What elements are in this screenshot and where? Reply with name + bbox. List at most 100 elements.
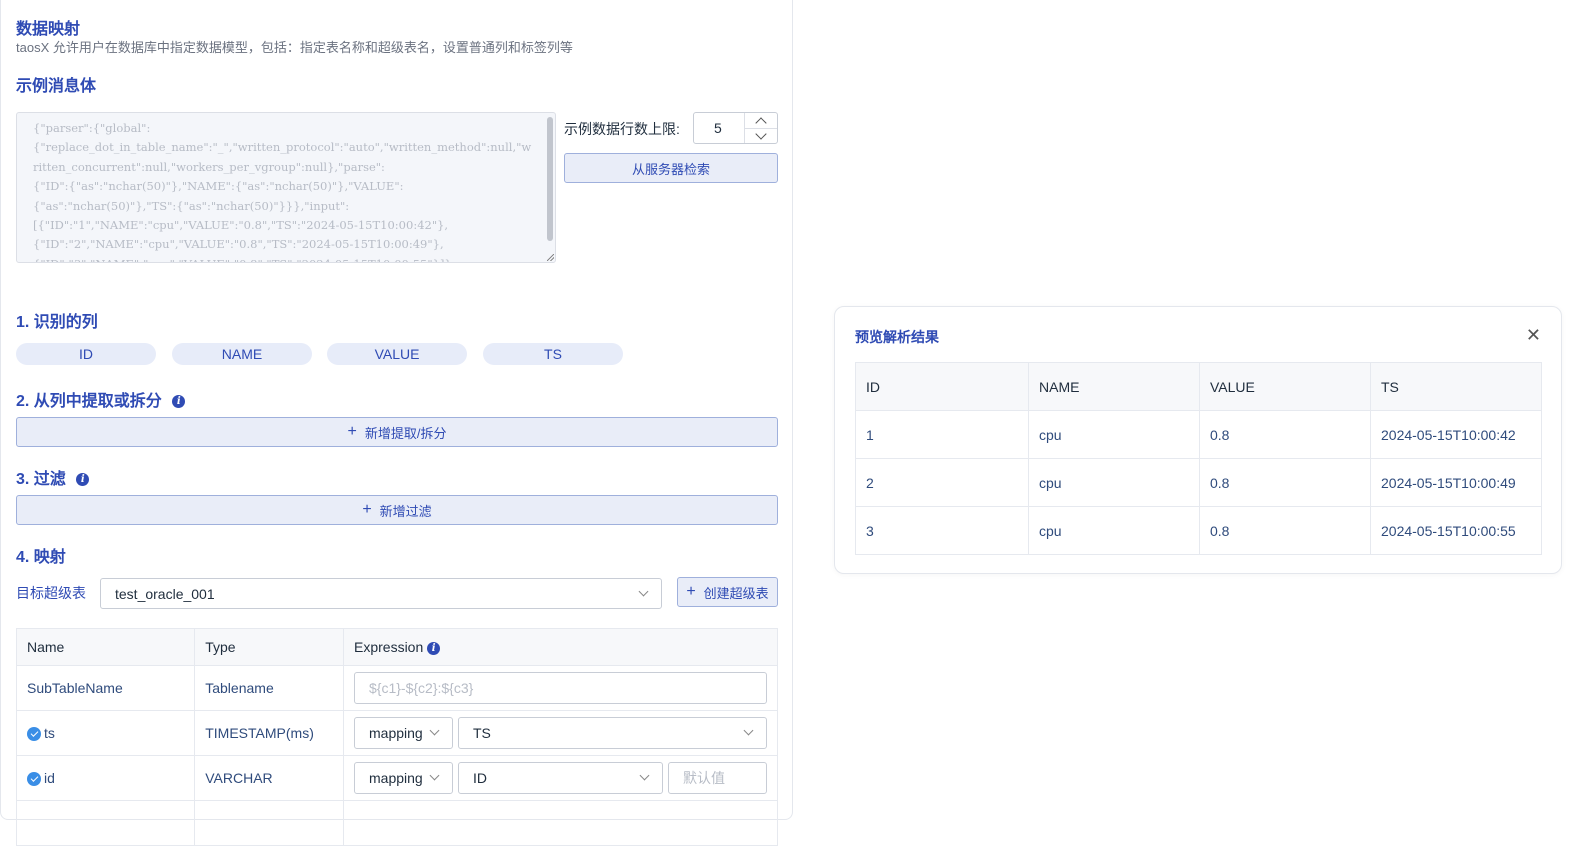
sample-body-text: {"parser":{"global": {"replace_dot_in_ta… <box>33 121 532 262</box>
target-supertable-label: 目标超级表 <box>16 585 86 601</box>
section-title: 数据映射 <box>16 21 81 38</box>
row-expression: ${c1}-${c2}:${c3} <box>343 665 778 711</box>
check-circle-icon <box>27 772 41 787</box>
mapping-table: Name Type Expression i SubTableName Tabl… <box>15 628 778 846</box>
chevron-down-icon <box>639 770 650 781</box>
column-chip-value[interactable]: VALUE <box>327 343 467 365</box>
stepper-decrease-button[interactable] <box>745 127 777 143</box>
stepper-buttons <box>744 113 777 143</box>
header-expression: Expression i <box>343 628 778 666</box>
row-name: ts <box>15 710 196 756</box>
preview-cell: 0.8 <box>1199 410 1371 459</box>
table-row <box>15 800 778 846</box>
mapping-column-select[interactable]: TS <box>458 717 767 749</box>
mapping-mode-value: mapping <box>369 725 423 741</box>
preview-cell: cpu <box>1028 410 1200 459</box>
preview-dialog: 预览解析结果 ✕ ID NAME VALUE TS 1 cpu 0.8 2024… <box>834 306 1562 574</box>
chevron-down-icon <box>429 770 440 781</box>
row-name: id <box>15 755 196 801</box>
row-limit-label: 示例数据行数上限: <box>564 121 680 137</box>
preview-cell: 0.8 <box>1199 506 1371 555</box>
fetch-from-server-button[interactable]: 从服务器检索 <box>564 153 778 183</box>
sample-body-textarea[interactable]: {"parser":{"global": {"replace_dot_in_ta… <box>16 112 556 263</box>
preview-cell: 2 <box>855 458 1029 507</box>
expression-controls: mapping ID 默认值 <box>354 762 767 794</box>
section-description: taosX 允许用户在数据库中指定数据模型，包括：指定表名称和超级表名，设置普通… <box>16 40 573 55</box>
fetch-button-label: 从服务器检索 <box>631 161 710 177</box>
row-expression: mapping ID 默认值 <box>343 755 778 801</box>
chevron-down-icon <box>755 127 767 140</box>
row-name: SubTableName <box>15 665 196 711</box>
default-value-placeholder: 默认值 <box>683 770 725 786</box>
column-chip-name[interactable]: NAME <box>172 343 312 365</box>
info-icon[interactable]: i <box>427 641 441 655</box>
chevron-down-icon <box>638 586 649 596</box>
check-circle-icon <box>27 727 41 742</box>
mapping-mode-value: mapping <box>369 770 423 786</box>
textarea-scrollbar[interactable] <box>547 117 553 241</box>
table-row: ts TIMESTAMP(ms) mapping TS <box>15 710 778 756</box>
row-type: TIMESTAMP(ms) <box>194 710 344 756</box>
header-name: Name <box>15 628 196 666</box>
preview-header: NAME <box>1028 362 1200 411</box>
mapping-table-header: Name Type Expression i <box>15 628 778 666</box>
preview-title: 预览解析结果 <box>855 329 939 345</box>
row-limit-value: 5 <box>714 120 722 136</box>
step2-title: 2. 从列中提取或拆分 <box>16 393 162 410</box>
info-icon[interactable]: i <box>172 395 186 409</box>
column-chip-label: VALUE <box>374 346 420 362</box>
column-chip-id[interactable]: ID <box>16 343 156 365</box>
create-supertable-button[interactable]: + 创建超级表 <box>677 577 778 607</box>
row-limit-stepper[interactable]: 5 <box>693 112 778 144</box>
header-expression-label: Expression <box>354 639 424 655</box>
preview-header-row: ID NAME VALUE TS <box>855 362 1542 411</box>
row-name-label: ts <box>44 724 55 741</box>
column-chip-label: TS <box>544 346 562 362</box>
mapping-column-value: ID <box>473 770 487 786</box>
info-icon[interactable]: i <box>76 473 90 487</box>
preview-header: VALUE <box>1199 362 1371 411</box>
preview-cell: 3 <box>855 506 1029 555</box>
table-row: id VARCHAR mapping ID 默认值 <box>15 755 778 801</box>
step3-title: 3. 过滤 <box>16 471 66 488</box>
chevron-up-icon <box>755 116 767 129</box>
add-extract-button[interactable]: + 新增提取/拆分 <box>16 417 778 447</box>
mapping-mode-select[interactable]: mapping <box>354 717 453 749</box>
stepper-increase-button[interactable] <box>745 113 777 129</box>
row-name-label: id <box>44 769 55 786</box>
plus-icon: + <box>347 423 357 440</box>
add-filter-button[interactable]: + 新增过滤 <box>16 495 778 525</box>
step1-title: 1. 识别的列 <box>16 314 98 331</box>
step4-title: 4. 映射 <box>16 549 66 566</box>
preview-table: ID NAME VALUE TS 1 cpu 0.8 2024-05-15T10… <box>855 362 1542 555</box>
table-row: 1 cpu 0.8 2024-05-15T10:00:42 <box>855 410 1542 459</box>
preview-cell: cpu <box>1028 458 1200 507</box>
chevron-down-icon <box>429 725 440 736</box>
mapping-mode-select[interactable]: mapping <box>354 762 453 794</box>
table-row: SubTableName Tablename ${c1}-${c2}:${c3} <box>15 665 778 711</box>
step3-heading: 3. 过滤 i <box>16 465 90 489</box>
column-chip-ts[interactable]: TS <box>483 343 623 365</box>
default-value-input[interactable]: 默认值 <box>668 762 767 794</box>
header-type: Type <box>194 628 344 666</box>
column-chip-label: ID <box>79 346 93 362</box>
close-icon[interactable]: ✕ <box>1526 325 1541 346</box>
resize-handle-icon[interactable] <box>547 254 554 261</box>
preview-cell: cpu <box>1028 506 1200 555</box>
preview-header: TS <box>1370 362 1542 411</box>
preview-cell: 2024-05-15T10:00:49 <box>1370 458 1542 507</box>
expression-controls: mapping TS <box>354 717 767 749</box>
chevron-down-icon <box>743 725 754 736</box>
row-expression <box>343 800 778 846</box>
add-extract-label: 新增提取/拆分 <box>364 425 447 441</box>
target-supertable-select[interactable]: test_oracle_001 <box>100 578 662 609</box>
mapping-column-select[interactable]: ID <box>458 762 663 794</box>
row-type: VARCHAR <box>194 755 344 801</box>
preview-cell: 0.8 <box>1199 458 1371 507</box>
target-supertable-value: test_oracle_001 <box>115 585 215 602</box>
row-type: Tablename <box>194 665 344 711</box>
row-type <box>194 800 344 846</box>
subtable-expression-input[interactable]: ${c1}-${c2}:${c3} <box>354 672 767 704</box>
add-filter-label: 新增过滤 <box>379 503 432 519</box>
step2-heading: 2. 从列中提取或拆分 i <box>16 387 186 411</box>
